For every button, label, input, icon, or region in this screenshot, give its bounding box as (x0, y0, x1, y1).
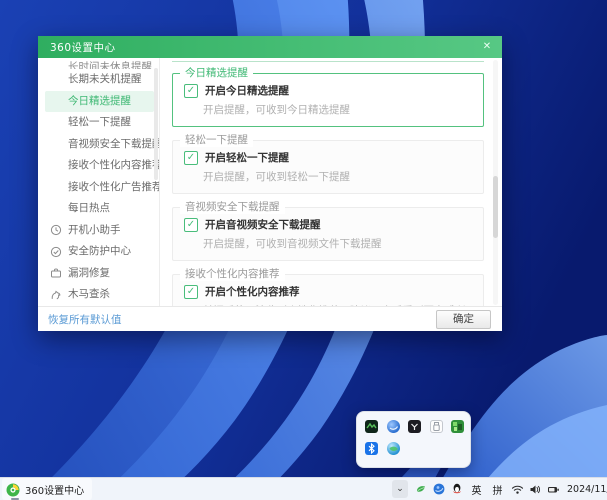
checkbox-label: 开启轻松一下提醒 (205, 150, 289, 165)
sidebar-item-security-center[interactable]: 安全防护中心 (38, 241, 159, 263)
section-personalized-content: 接收个性化内容推荐 ✓ 开启个性化内容推荐 关闭后将无法收到个性化推荐，建议开启… (172, 274, 484, 307)
checkbox-label: 开启个性化内容推荐 (205, 284, 300, 299)
ok-button[interactable]: 确定 (436, 310, 491, 329)
battery-laptop-icon[interactable] (546, 480, 561, 498)
toolbox-icon (50, 267, 62, 279)
browser-tray-icon[interactable] (432, 480, 447, 498)
green-app-icon[interactable] (451, 420, 464, 433)
sidebar-item-relax-reminder[interactable]: 轻松一下提醒 (38, 112, 159, 134)
section-legend: 接收个性化内容推荐 (180, 268, 285, 281)
taskbar-app-360-settings[interactable]: 360设置中心 (2, 478, 92, 500)
360-logo-icon (6, 482, 20, 496)
settings-window: 360设置中心 ✕ 长时间未休息提醒 长期未关机提醒 今日精选提醒 轻松一下提醒… (38, 36, 502, 331)
sidebar-item-no-shutdown-reminder[interactable]: 长期未关机提醒 (38, 69, 159, 91)
taskbar-app-label: 360设置中心 (25, 482, 84, 497)
section-today-picks: 今日精选提醒 ✓ 开启今日精选提醒 开启提醒，可收到今日精选提醒 (172, 73, 484, 127)
sidebar-item-trojan-scan[interactable]: 木马查杀 (38, 284, 159, 306)
360-safe-tray-icon[interactable] (414, 480, 429, 498)
taskbar-clock[interactable]: 2024/11/ (567, 484, 607, 495)
section-description: 开启提醒，可收到轻松一下提醒 (203, 169, 473, 184)
sidebar-item-av-download-reminder[interactable]: 音视频安全下载提醒 (38, 134, 159, 156)
settings-content: 今日精选提醒 ✓ 开启今日精选提醒 开启提醒，可收到今日精选提醒 轻松一下提醒 … (160, 58, 502, 307)
checkbox-av-download[interactable]: ✓ (184, 218, 198, 232)
show-hidden-icons-chevron[interactable]: ⌄ (392, 480, 408, 498)
section-description: 开启提醒，可收到今日精选提醒 (203, 102, 473, 117)
wifi-icon[interactable] (510, 480, 525, 498)
section-description: 开启提醒，可收到音视频文件下载提醒 (203, 236, 473, 251)
section-legend: 今日精选提醒 (180, 67, 253, 80)
ime-english-indicator[interactable]: 英 (469, 480, 484, 498)
taskbar: 360设置中心 ⌄ 英 拼 20 (0, 477, 607, 500)
window-title: 360设置中心 (50, 40, 116, 55)
section-legend: 轻松一下提醒 (180, 134, 253, 147)
sidebar-scrollbar[interactable] (154, 68, 158, 180)
section-legend: 音视频安全下载提醒 (180, 201, 285, 214)
volume-icon[interactable] (528, 480, 543, 498)
section-relax: 轻松一下提醒 ✓ 开启轻松一下提醒 开启提醒，可收到轻松一下提醒 (172, 140, 484, 194)
usb-device-icon[interactable] (430, 420, 443, 433)
tray-overflow-flyout (356, 411, 471, 468)
sidebar-item-boot-assistant[interactable]: 开机小助手 (38, 220, 159, 242)
settings-sidebar: 长时间未休息提醒 长期未关机提醒 今日精选提醒 轻松一下提醒 音视频安全下载提醒… (38, 58, 160, 307)
checkbox-label: 开启今日精选提醒 (205, 83, 289, 98)
shield-check-icon (50, 246, 62, 258)
previous-section-edge (172, 61, 484, 62)
graphics-utility-icon[interactable] (365, 420, 378, 433)
ime-pinyin-indicator[interactable]: 拼 (490, 480, 505, 498)
bluetooth-icon[interactable] (365, 442, 378, 455)
checkbox-personalized-content[interactable]: ✓ (184, 285, 198, 299)
blue-swirl-app-icon[interactable] (387, 420, 400, 433)
desktop: 360设置中心 ✕ 长时间未休息提醒 长期未关机提醒 今日精选提醒 轻松一下提醒… (0, 0, 607, 500)
sidebar-item-rest-reminder[interactable]: 长时间未休息提醒 (38, 58, 159, 69)
section-av-download: 音视频安全下载提醒 ✓ 开启音视频安全下载提醒 开启提醒，可收到音视频文件下载提… (172, 207, 484, 261)
globe-app-icon[interactable] (387, 442, 400, 455)
restore-defaults-link[interactable]: 恢复所有默认值 (48, 312, 122, 327)
checkbox-today-picks[interactable]: ✓ (184, 84, 198, 98)
window-titlebar: 360设置中心 ✕ (38, 36, 502, 58)
sidebar-item-personalized-ads[interactable]: 接收个性化广告推荐 (38, 177, 159, 199)
system-tray: ⌄ 英 拼 2024/11/ (392, 478, 607, 500)
checkbox-label: 开启音视频安全下载提醒 (205, 217, 321, 232)
content-scrollbar-thumb[interactable] (493, 176, 498, 238)
trojan-horse-icon (50, 289, 62, 301)
close-icon[interactable]: ✕ (478, 39, 496, 55)
dark-app-icon[interactable] (408, 420, 421, 433)
sidebar-item-today-picks-reminder[interactable]: 今日精选提醒 (45, 91, 154, 113)
qq-tray-icon[interactable] (450, 480, 465, 498)
window-bottom-bar: 恢复所有默认值 确定 (38, 306, 502, 331)
sidebar-item-daily-hotspot[interactable]: 每日热点 (38, 198, 159, 220)
checkbox-relax[interactable]: ✓ (184, 151, 198, 165)
sidebar-item-personalized-content[interactable]: 接收个性化内容推荐 (38, 155, 159, 177)
sidebar-item-vulnerability-fix[interactable]: 漏洞修复 (38, 263, 159, 285)
clock-icon (50, 224, 62, 236)
